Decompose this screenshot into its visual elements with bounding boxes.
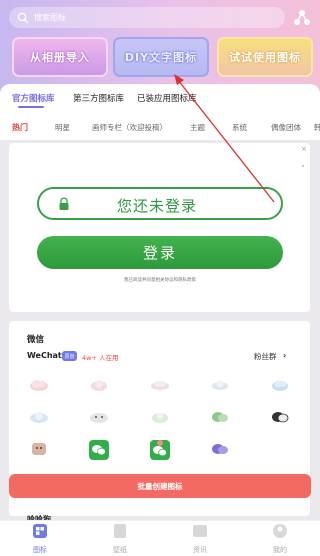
wechat-bubble-icon[interactable] — [210, 441, 230, 457]
search-placeholder: 搜索图标 — [34, 13, 66, 22]
agreement-text[interactable]: 我已阅读并同意相关协议和隐私政策 — [0, 277, 320, 283]
login-card: × — [9, 143, 310, 312]
tab-official-library[interactable]: 官方图标库 — [12, 92, 55, 104]
batch-create-button[interactable]: 批量创建图标 — [9, 474, 311, 498]
nav-wallpaper[interactable]: 壁纸 — [95, 523, 145, 555]
grid-icon — [33, 524, 47, 538]
cloud-icon[interactable] — [29, 409, 49, 425]
cloud-icon[interactable] — [150, 409, 170, 425]
wallpaper-icon — [114, 524, 126, 538]
share-icon[interactable] — [292, 8, 312, 28]
active-tab-underline — [18, 106, 44, 108]
category-stars[interactable]: 明星 — [55, 122, 70, 133]
tab-installed-apps-library[interactable]: 已装应用图标库 — [137, 92, 197, 104]
category-artist-column[interactable]: 画师专栏（欢迎投稿） — [92, 122, 167, 133]
close-icon[interactable]: × — [301, 145, 307, 153]
search-bar[interactable]: 搜索图标 — [9, 7, 285, 28]
category-idol-group[interactable]: 偶像团体 — [271, 122, 301, 133]
wechat-bubble-icon[interactable] — [270, 409, 290, 425]
category-system[interactable]: 系统 — [232, 122, 247, 133]
cloud-icon[interactable] — [89, 377, 109, 393]
nav-news[interactable]: 资讯 — [175, 523, 225, 555]
bear-icon[interactable] — [29, 441, 49, 457]
import-from-album-tile[interactable]: 从相册导入 — [12, 37, 108, 77]
app-name: WeChat — [27, 351, 62, 360]
cloud-icon[interactable] — [270, 377, 290, 393]
category-theme[interactable]: 主题 — [190, 122, 205, 133]
login-button[interactable]: 登录 — [37, 236, 283, 269]
wechat-logo-icon[interactable] — [150, 440, 170, 460]
news-icon — [193, 525, 207, 537]
wechat-bubble-icon[interactable] — [210, 409, 230, 425]
chevron-right-icon[interactable]: › — [283, 351, 286, 360]
wechat-logo-icon[interactable] — [89, 440, 109, 460]
cloud-icon[interactable] — [150, 377, 170, 393]
lock-icon — [59, 197, 69, 210]
category-hot[interactable]: 热门 — [12, 122, 28, 133]
nav-wallpaper-label: 壁纸 — [113, 546, 127, 554]
diy-text-icon-tile[interactable]: DIY文字图标 — [113, 37, 209, 77]
cloud-icon[interactable] — [29, 377, 49, 393]
cloud-icon[interactable] — [89, 409, 109, 425]
cloud-icon[interactable] — [210, 377, 230, 393]
user-count: 4w+ 人在用 — [82, 354, 119, 362]
nav-icons-label: 图标 — [33, 546, 47, 554]
nav-profile[interactable]: 我的 — [255, 523, 305, 555]
fans-group-link[interactable]: 粉丝群 — [254, 351, 277, 362]
login-status-box: 您还未登录 — [37, 187, 283, 220]
search-icon — [17, 12, 29, 23]
login-status-text: 您还未登录 — [117, 197, 198, 215]
profile-icon — [273, 524, 287, 538]
original-badge: 原创 — [62, 351, 77, 361]
tab-third-party-library[interactable]: 第三方图标库 — [73, 92, 124, 104]
nav-icons[interactable]: 图标 — [15, 523, 65, 555]
more-dot — [302, 165, 304, 167]
nav-news-label: 资讯 — [193, 546, 207, 554]
category-korea[interactable]: 韩 — [314, 122, 320, 133]
try-use-icon-tile[interactable]: 试试使用图标 — [217, 37, 313, 77]
nav-profile-label: 我的 — [273, 546, 287, 554]
section-title: 微信 — [27, 335, 45, 345]
